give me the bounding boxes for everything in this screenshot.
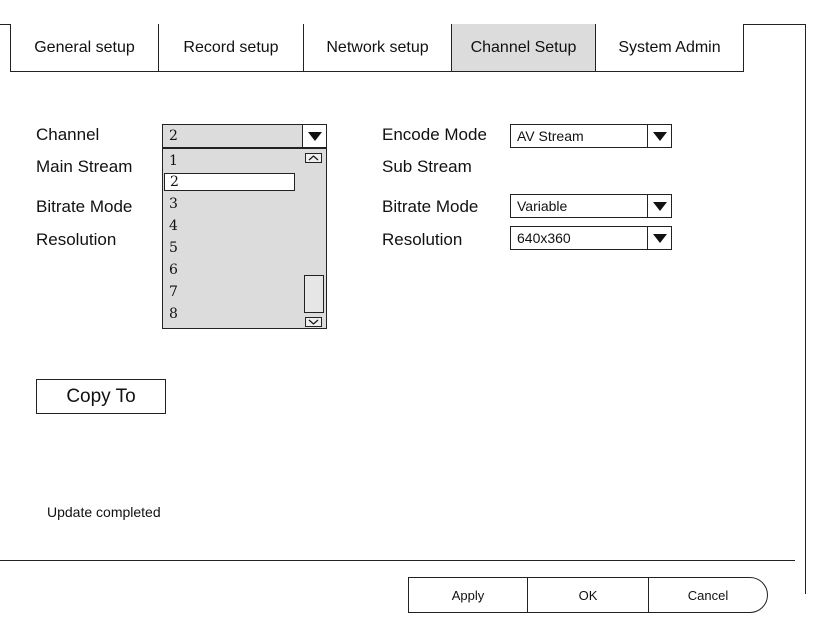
bitrate-mode-value: Variable <box>517 198 568 214</box>
list-item[interactable]: 1 <box>169 153 178 169</box>
channel-dropdown-arrow[interactable] <box>302 125 326 147</box>
encode-mode-label: Encode Mode <box>382 125 487 144</box>
scrollbar-thumb[interactable] <box>304 275 324 313</box>
encode-mode-select[interactable]: AV Stream <box>510 124 672 148</box>
status-text: Update completed <box>47 504 161 520</box>
list-item[interactable]: 5 <box>169 240 178 256</box>
tab-general-setup[interactable]: General setup <box>10 24 159 72</box>
channel-dropdown-list[interactable]: 1 2 3 4 5 6 7 8 <box>162 148 327 329</box>
tab-record-setup[interactable]: Record setup <box>158 24 304 72</box>
resolution-value: 640x360 <box>517 230 571 246</box>
tab-channel-setup[interactable]: Channel Setup <box>451 24 596 72</box>
main-stream-label: Main Stream <box>36 157 133 176</box>
bitrate-mode-label-right: Bitrate Mode <box>382 197 479 216</box>
tab-bar: General setup Record setup Network setup… <box>10 24 744 72</box>
list-item[interactable]: 3 <box>169 196 178 212</box>
list-item-selected[interactable]: 2 <box>164 173 295 191</box>
right-border <box>805 24 806 594</box>
down-triangle-icon <box>652 233 667 243</box>
chevron-down-icon <box>308 319 319 325</box>
cancel-button[interactable]: Cancel <box>648 577 768 613</box>
apply-button[interactable]: Apply <box>408 577 528 613</box>
down-triangle-icon <box>652 131 667 141</box>
resolution-label-right: Resolution <box>382 230 463 249</box>
channel-label: Channel <box>36 125 100 144</box>
sub-stream-label: Sub Stream <box>382 157 472 176</box>
down-triangle-icon <box>307 131 322 141</box>
ok-button[interactable]: OK <box>527 577 649 613</box>
scroll-up-button[interactable] <box>305 153 322 163</box>
resolution-select[interactable]: 640x360 <box>510 226 672 250</box>
down-triangle-icon <box>652 201 667 211</box>
channel-value: 2 <box>169 128 178 144</box>
copy-to-button[interactable]: Copy To <box>36 379 166 414</box>
list-item[interactable]: 6 <box>169 262 178 278</box>
bitrate-mode-dropdown-arrow[interactable] <box>647 195 671 217</box>
encode-mode-value: AV Stream <box>517 128 584 144</box>
list-item[interactable]: 4 <box>169 218 178 234</box>
resolution-label-left: Resolution <box>36 230 117 249</box>
resolution-dropdown-arrow[interactable] <box>647 227 671 249</box>
tab-network-setup[interactable]: Network setup <box>303 24 452 72</box>
encode-mode-dropdown-arrow[interactable] <box>647 125 671 147</box>
list-item[interactable]: 7 <box>169 284 178 300</box>
scroll-down-button[interactable] <box>305 317 322 327</box>
tab-system-admin[interactable]: System Admin <box>595 24 744 72</box>
channel-select[interactable]: 2 <box>162 124 327 148</box>
bitrate-mode-label-left: Bitrate Mode <box>36 197 133 216</box>
footer-divider <box>0 560 795 561</box>
bitrate-mode-select[interactable]: Variable <box>510 194 672 218</box>
list-item[interactable]: 8 <box>169 306 178 322</box>
chevron-up-icon <box>308 155 319 161</box>
